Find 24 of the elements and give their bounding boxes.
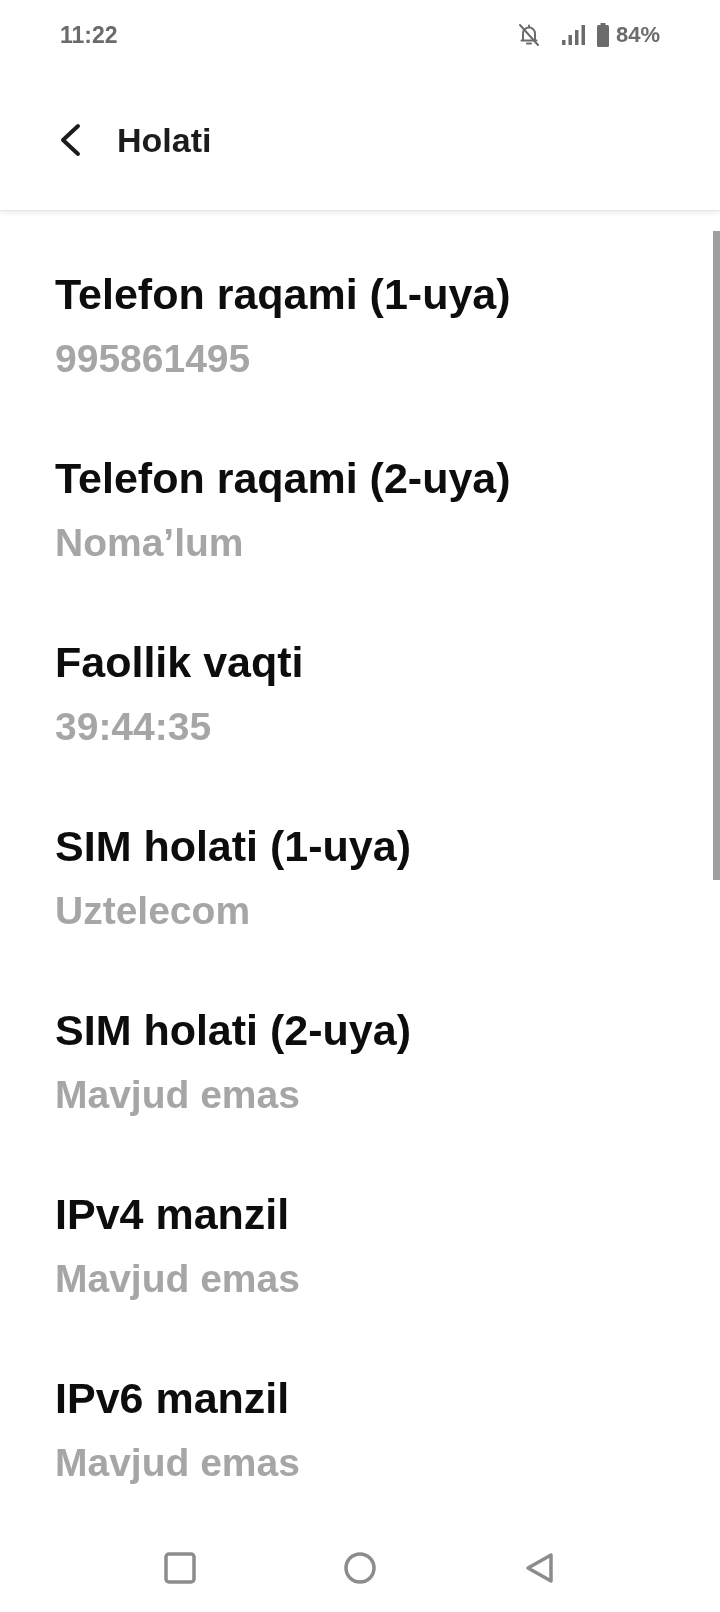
item-title: SIM holati (1-uya) bbox=[55, 821, 411, 872]
signal-icon bbox=[561, 25, 586, 45]
page-title: Holati bbox=[117, 120, 212, 161]
bell-off-icon bbox=[517, 23, 540, 47]
battery-percent: 84% bbox=[615, 21, 660, 49]
triangle-icon[interactable] bbox=[524, 1552, 556, 1584]
item-value: 39:44:35 bbox=[55, 704, 212, 750]
item-value: Uztelecom bbox=[55, 888, 251, 934]
item-value: Noma’lum bbox=[55, 520, 244, 566]
item-value: Mavjud emas bbox=[55, 1440, 300, 1486]
item-value: 995861495 bbox=[55, 336, 251, 382]
item-title: IPv6 manzil bbox=[55, 1373, 290, 1424]
item-title: Telefon raqami (2-uya) bbox=[55, 453, 511, 504]
item-title: Telefon raqami (1-uya) bbox=[55, 269, 511, 320]
circle-icon[interactable] bbox=[344, 1552, 376, 1584]
battery-icon bbox=[596, 23, 609, 47]
item-value: Mavjud emas bbox=[55, 1256, 300, 1302]
item-title: IPv4 manzil bbox=[55, 1189, 290, 1240]
square-icon[interactable] bbox=[164, 1552, 196, 1584]
item-value: Mavjud emas bbox=[55, 1072, 300, 1118]
status-time: 11:22 bbox=[60, 21, 118, 49]
back-icon[interactable] bbox=[58, 123, 82, 157]
item-title: Faollik vaqti bbox=[55, 637, 304, 688]
item-title: SIM holati (2-uya) bbox=[55, 1005, 411, 1056]
